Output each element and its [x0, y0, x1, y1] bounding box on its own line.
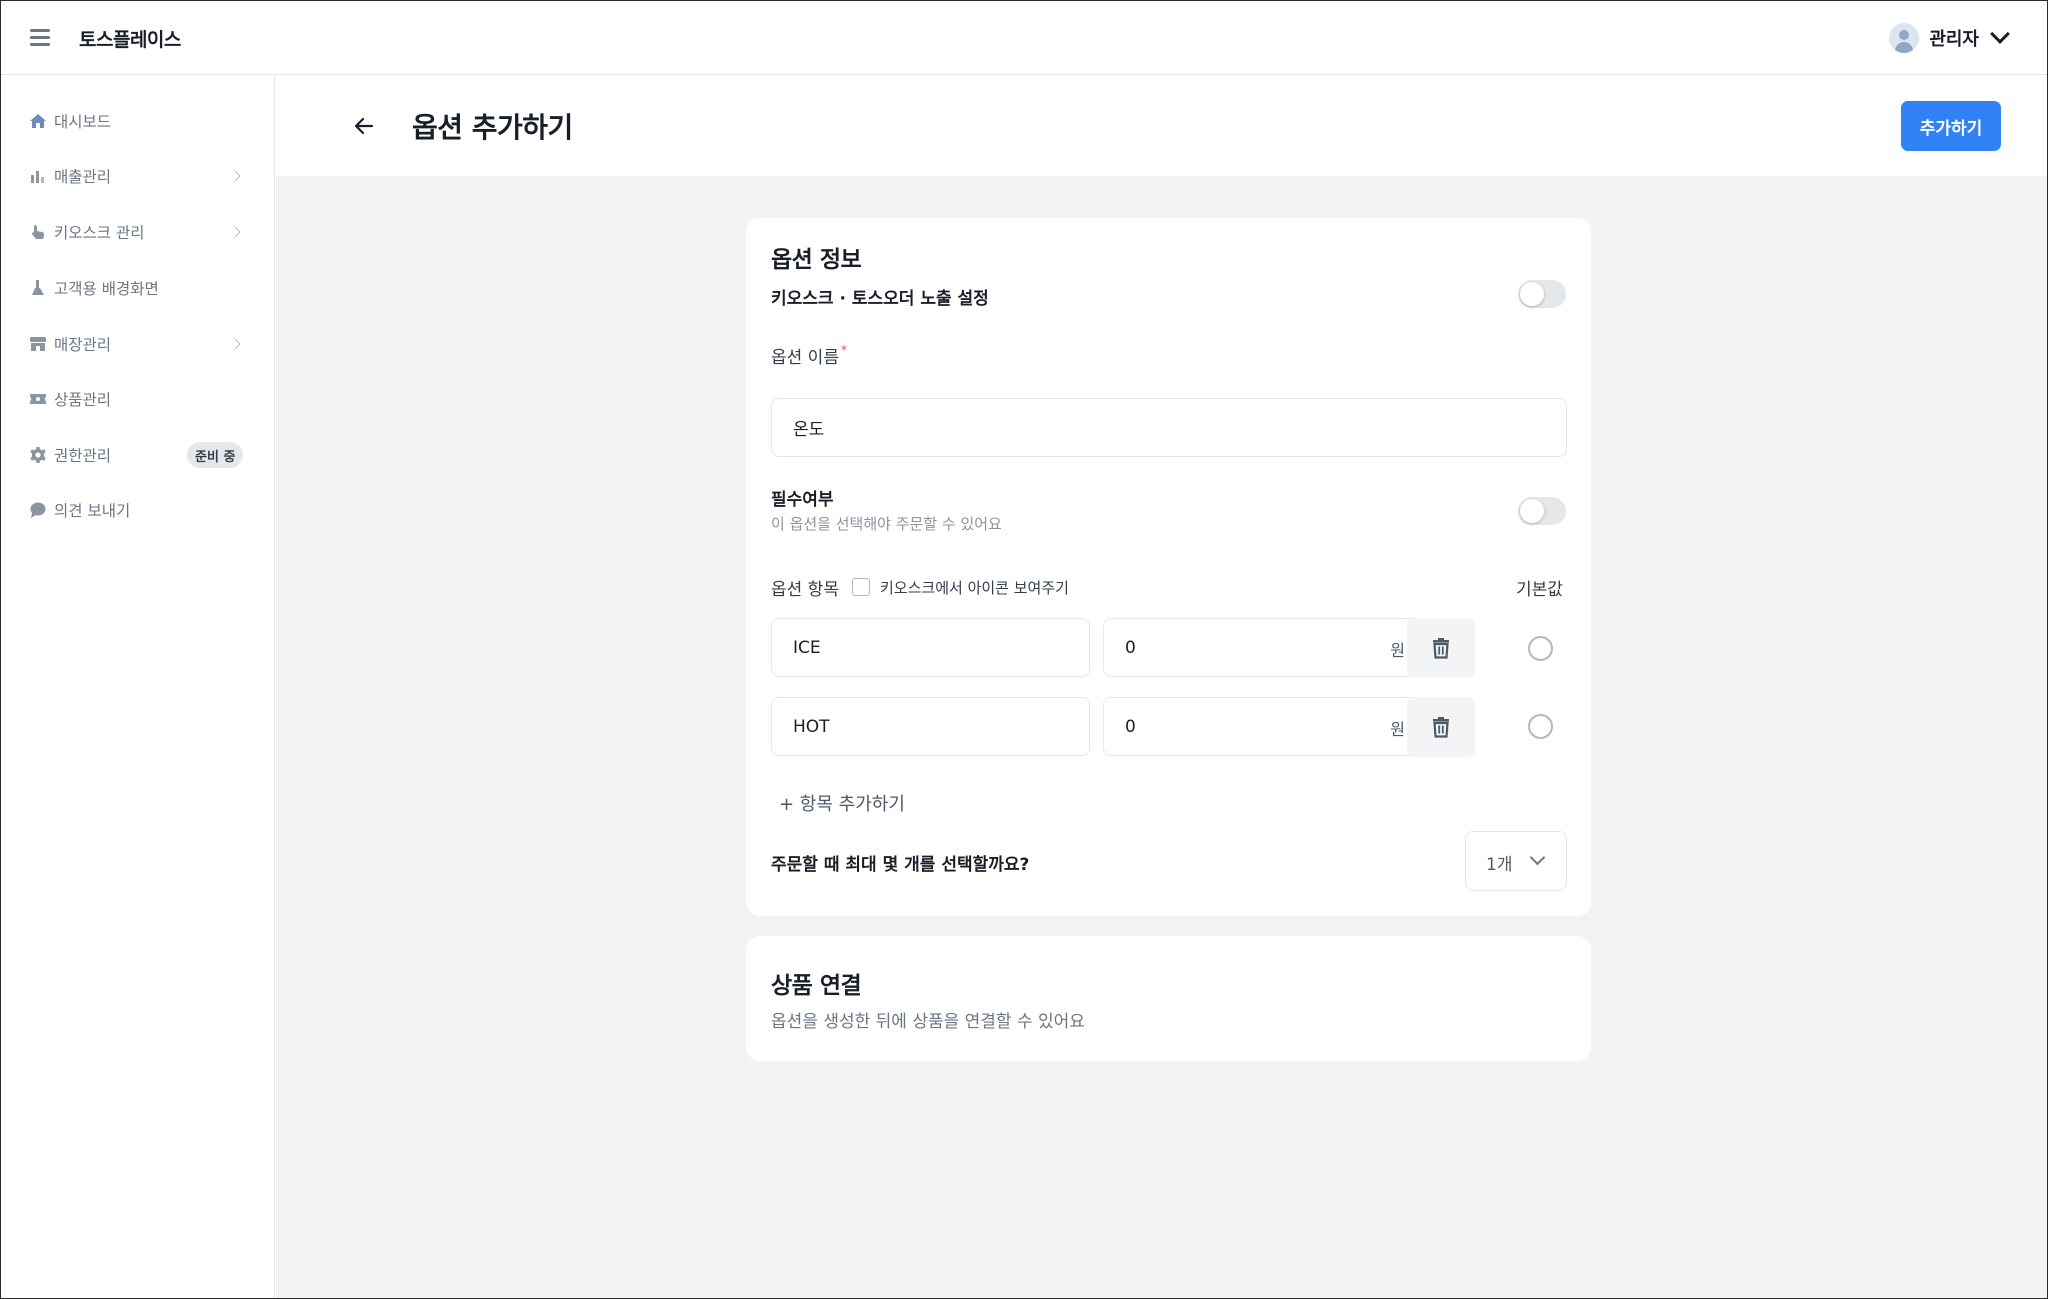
- price-value: 0: [1125, 637, 1136, 658]
- currency-unit: 원: [1390, 720, 1405, 739]
- brand-name: 토스플레이스: [79, 29, 181, 51]
- sidebar-item-label: 상품관리: [54, 391, 112, 409]
- option-name-label: 옵션 이름 *: [771, 343, 847, 368]
- required-mark: *: [840, 343, 847, 357]
- option-info-card: 옵션 정보 키오스크 · 토스오더 노출 설정 옵션 이름 * 온도 필수여부 이…: [746, 218, 1591, 916]
- sidebar-item-label: 매장관리: [54, 336, 112, 354]
- chevron-right-icon: [229, 338, 241, 350]
- chevron-down-icon: [1990, 24, 2010, 44]
- sidebar-item-sales[interactable]: 매출관리: [1, 154, 274, 198]
- sidebar-item-store[interactable]: 매장관리: [1, 322, 274, 366]
- chevron-right-icon: [229, 226, 241, 238]
- option-name-input[interactable]: 온도: [771, 398, 1567, 457]
- trash-icon: [1433, 717, 1449, 738]
- sidebar-item-feedback[interactable]: 의견 보내기: [1, 488, 274, 532]
- exposure-setting-label: 키오스크 · 토스오더 노출 설정: [771, 289, 989, 309]
- chevron-down-icon: [1529, 849, 1546, 866]
- ticket-icon: [29, 390, 47, 408]
- hamburger-menu-icon[interactable]: [30, 27, 52, 47]
- option-item-name-input[interactable]: HOT: [771, 697, 1090, 756]
- page-header: 옵션 추가하기 추가하기: [276, 76, 2047, 176]
- home-icon: [29, 112, 47, 130]
- delete-item-button[interactable]: [1407, 697, 1475, 757]
- sidebar-item-kiosk[interactable]: 키오스크 관리: [1, 210, 274, 254]
- sidebar-item-label: 의견 보내기: [54, 502, 131, 520]
- delete-item-button[interactable]: [1407, 618, 1475, 678]
- page-title: 옵션 추가하기: [412, 111, 573, 144]
- main-content: 옵션 정보 키오스크 · 토스오더 노출 설정 옵션 이름 * 온도 필수여부 이…: [276, 176, 2047, 1298]
- default-radio[interactable]: [1528, 636, 1553, 661]
- sidebar-item-permissions[interactable]: 권한관리 준비 중: [1, 433, 274, 477]
- add-item-button[interactable]: + 항목 추가하기: [779, 790, 905, 816]
- sidebar-item-label: 고객용 배경화면: [54, 280, 159, 298]
- currency-unit: 원: [1390, 641, 1405, 660]
- sidebar-item-products[interactable]: 상품관리: [1, 377, 274, 421]
- chat-bubble-icon: [29, 501, 47, 519]
- default-radio[interactable]: [1528, 714, 1553, 739]
- default-value-label: 기본값: [1516, 580, 1563, 600]
- sidebar-item-label: 키오스크 관리: [54, 224, 145, 242]
- top-bar: 토스플레이스 관리자: [1, 1, 2047, 75]
- app-window: 토스플레이스 관리자 대시보드 매출관리 키오스크 관리 고객용 배경화면 매장…: [0, 0, 2048, 1299]
- status-badge: 준비 중: [187, 442, 244, 468]
- price-value: 0: [1125, 716, 1136, 737]
- max-select-value: 1개: [1486, 855, 1513, 875]
- back-arrow-icon[interactable]: [352, 114, 376, 138]
- section-title: 상품 연결: [771, 973, 862, 999]
- option-item-name-input[interactable]: ICE: [771, 618, 1090, 677]
- sidebar-item-customer-wallpaper[interactable]: 고객용 배경화면: [1, 266, 274, 310]
- product-link-card: 상품 연결 옵션을 생성한 뒤에 상품을 연결할 수 있어요: [746, 936, 1591, 1061]
- max-select-dropdown[interactable]: 1개: [1465, 831, 1567, 891]
- required-help-text: 이 옵션을 선택해야 주문할 수 있어요: [771, 515, 1002, 533]
- chevron-right-icon: [229, 170, 241, 182]
- show-icon-checkbox[interactable]: [852, 578, 870, 596]
- avatar-icon: [1889, 23, 1920, 53]
- required-toggle[interactable]: [1518, 497, 1566, 525]
- section-title: 옵션 정보: [771, 247, 862, 273]
- sidebar: 대시보드 매출관리 키오스크 관리 고객용 배경화면 매장관리 상품관리 권한관…: [1, 76, 275, 1298]
- product-link-description: 옵션을 생성한 뒤에 상품을 연결할 수 있어요: [771, 1012, 1085, 1032]
- sidebar-item-label: 매출관리: [54, 168, 112, 186]
- sidebar-item-dashboard[interactable]: 대시보드: [1, 99, 274, 143]
- sidebar-item-label: 권한관리: [54, 447, 112, 465]
- option-name-label-text: 옵션 이름: [771, 348, 839, 368]
- add-button[interactable]: 추가하기: [1901, 101, 2001, 151]
- option-items-label: 옵션 항목: [771, 580, 839, 600]
- trash-icon: [1433, 638, 1449, 659]
- required-label: 필수여부: [771, 490, 834, 510]
- gear-icon: [29, 446, 47, 464]
- option-item-price-input[interactable]: 0 원: [1103, 618, 1422, 677]
- bar-chart-icon: [29, 167, 47, 185]
- max-select-label: 주문할 때 최대 몇 개를 선택할까요?: [771, 855, 1030, 875]
- sidebar-item-label: 대시보드: [54, 113, 112, 131]
- brush-icon: [29, 279, 47, 297]
- user-name: 관리자: [1929, 29, 1979, 50]
- store-icon: [29, 335, 47, 353]
- user-menu[interactable]: 관리자: [1889, 19, 2010, 57]
- show-icon-label: 키오스크에서 아이콘 보여주기: [880, 579, 1069, 597]
- exposure-toggle[interactable]: [1518, 280, 1566, 308]
- hand-pointer-icon: [29, 223, 47, 241]
- option-item-price-input[interactable]: 0 원: [1103, 697, 1422, 756]
